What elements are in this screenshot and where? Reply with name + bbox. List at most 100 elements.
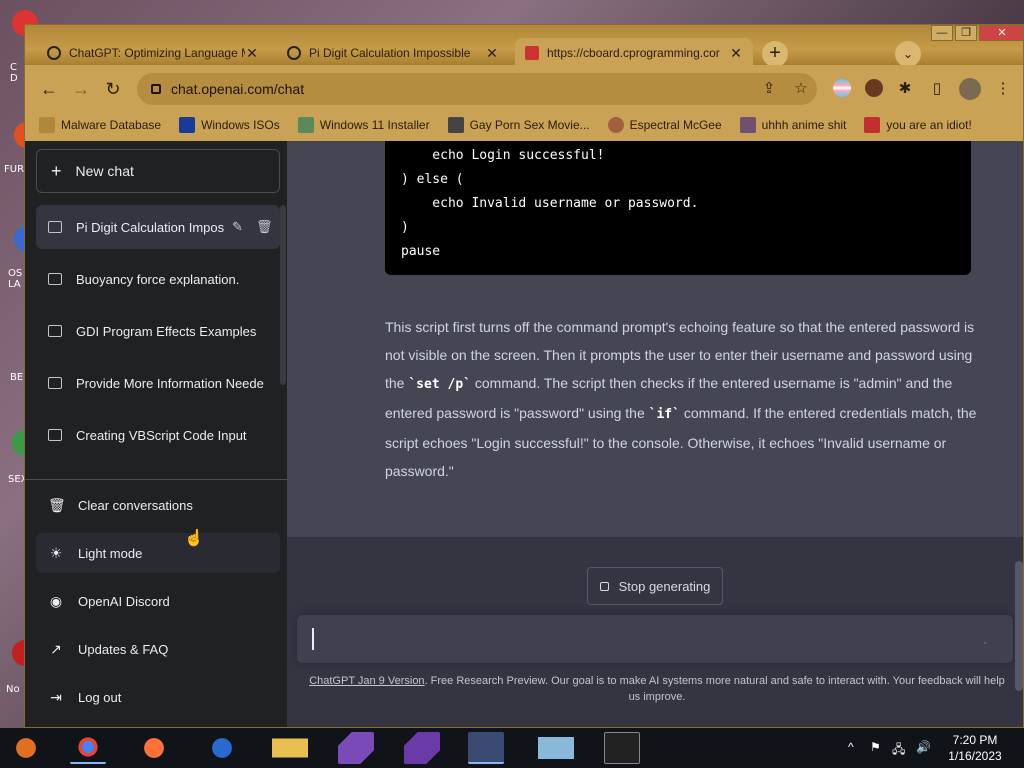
taskbar: ^ ⚑ 🖧 🔊 7:20 PM 1/16/2023 [0,728,1024,768]
bookmark-windows-11-installer[interactable]: Windows 11 Installer [297,117,430,133]
side-panel-icon[interactable]: ▯ [927,79,947,99]
updates-faq-link[interactable]: ↗ Updates & FAQ [36,629,280,669]
tab-search-button[interactable]: ⌄ [895,41,921,67]
chat-scrollbar[interactable] [1015,561,1023,691]
logout-icon: ⇥ [50,688,62,705]
maximize-button[interactable]: ❐ [955,25,977,41]
reload-button[interactable]: ↻ [103,79,123,99]
close-icon[interactable]: ✕ [729,45,743,62]
code-line: pause [401,244,441,259]
menu-icon[interactable]: ⋮ [993,79,1013,99]
desktop-label: No [6,684,20,695]
new-chat-label: New chat [75,163,134,179]
cboard-icon [525,46,539,60]
conversation-item[interactable]: GDI Program Effects Examples [36,309,280,353]
hand-cursor-icon: ☝ [184,530,204,547]
log-out-button[interactable]: ⇥ Log out [36,677,280,717]
link-label: Light mode [78,545,143,561]
conversation-item[interactable]: Pi Digit Calculation Impos ✎ 🗑 [36,205,280,249]
avatar-extension-icon[interactable] [865,79,883,97]
stop-generating-button[interactable]: Stop generating [587,567,723,605]
close-window-button[interactable]: ✕ [979,25,1023,41]
system-clock[interactable]: 7:20 PM 1/16/2023 [934,732,1016,764]
tab-chatgpt[interactable]: ChatGPT: Optimizing Language M ✕ [37,38,269,68]
profile-avatar[interactable] [959,78,981,100]
close-icon[interactable]: ✕ [485,45,499,62]
sidebar-scrollbar[interactable] [280,205,286,385]
link-label: Clear conversations [78,497,193,513]
new-tab-button[interactable]: + [762,41,788,67]
flag-extension-icon[interactable] [833,79,851,97]
favicon-icon [447,117,464,133]
x-icon [179,117,196,133]
notepad-icon[interactable] [538,732,574,764]
chat-bubble-icon [48,429,62,441]
lock-icon [151,84,161,94]
share-icon[interactable]: ⇪ [759,79,779,99]
version-link[interactable]: ChatGPT Jan 9 Version [309,675,424,687]
volume-icon[interactable]: 🔊 [916,740,931,754]
address-bar[interactable]: chat.openai.com/chat [137,73,817,105]
sidebar: + New chat Pi Digit Calculation Impos ✎ … [25,141,287,727]
desktop-label: FUR [4,164,25,175]
openai-discord-link[interactable]: ◉ OpenAI Discord [36,581,280,621]
inline-code: `if` [648,407,680,422]
sidebar-divider [25,479,287,480]
bookmark-malware-database[interactable]: Malware Database [39,117,161,133]
assistant-message: This script first turns off the command … [385,313,985,485]
extensions-icon[interactable]: ✱ [895,79,915,99]
clock-time: 7:20 PM [952,733,998,747]
tab-cboard[interactable]: https://cboard.cprogramming.cor ✕ [515,38,753,68]
conversation-item[interactable]: Creating VBScript Code Input [36,413,280,457]
conversation-title: Buoyancy force explanation. [76,271,240,287]
bookmark-label: Windows 11 Installer [319,118,430,132]
light-mode-button[interactable]: ☀ Light mode [36,533,280,573]
network-app-icon[interactable] [468,732,504,764]
chevron-up-icon[interactable]: ^ [848,740,854,754]
minimize-button[interactable]: — [931,25,953,41]
chrome-icon[interactable] [70,732,106,764]
trash-icon[interactable]: 🗑 [256,219,273,235]
clear-conversations-button[interactable]: 🗑 Clear conversations [36,485,280,525]
stop-generating-label: Stop generating [618,578,711,594]
send-indicator[interactable]: · [983,635,987,649]
composer-area: Stop generating · ChatGPT Jan 9 Version.… [287,537,1023,727]
flag-icon [864,117,881,133]
chat-bubble-icon [48,377,62,389]
link-label: OpenAI Discord [78,593,170,609]
bookmark-you-are-an-idiot[interactable]: you are an idiot! [864,117,972,133]
bookmark-windows-isos[interactable]: Windows ISOs [179,117,280,133]
visual-studio-icon[interactable] [404,732,440,764]
prompt-input[interactable]: · [297,615,1013,663]
conversation-item[interactable]: Buoyancy force explanation. [36,257,280,301]
media-player-icon[interactable] [8,732,44,764]
network-icon[interactable]: 🖧 [892,740,905,761]
clock-date: 1/16/2023 [948,749,1002,763]
forward-button[interactable]: → [71,79,91,99]
chat-bubble-icon [48,325,62,337]
tab-pi-digit[interactable]: Pi Digit Calculation Impossible ✕ [277,38,509,68]
image-icon [297,117,314,133]
file-explorer-icon[interactable] [272,732,308,764]
code-block: echo Login successful!) else ( echo Inva… [385,141,971,275]
avatar-icon [607,117,624,133]
ie-icon[interactable] [204,732,240,764]
bookmark-label: Windows ISOs [201,118,280,132]
bookmark-label: you are an idiot! [886,118,972,132]
action-center-flag-icon[interactable]: ⚑ [870,740,881,754]
bookmark-star-icon[interactable]: ☆ [791,79,811,99]
bookmark-anime[interactable]: uhhh anime shit [739,117,846,133]
bookmark-site[interactable]: Gay Porn Sex Movie... [447,117,590,133]
conversation-item[interactable]: Provide More Information Neede [36,361,280,405]
back-button[interactable]: ← [39,79,59,99]
edit-icon[interactable]: ✎ [232,219,243,235]
cmd-icon[interactable] [604,732,640,764]
firefox-icon[interactable] [136,732,172,764]
external-link-icon: ↗ [50,640,62,657]
close-icon[interactable]: ✕ [245,45,259,62]
new-chat-button[interactable]: + New chat [36,149,280,193]
inline-code: `set /p` [408,377,471,392]
bookmark-espectral-mcgee[interactable]: Espectral McGee [607,117,722,133]
malware-icon [39,117,55,133]
visual-studio-installer-icon[interactable] [338,732,374,764]
